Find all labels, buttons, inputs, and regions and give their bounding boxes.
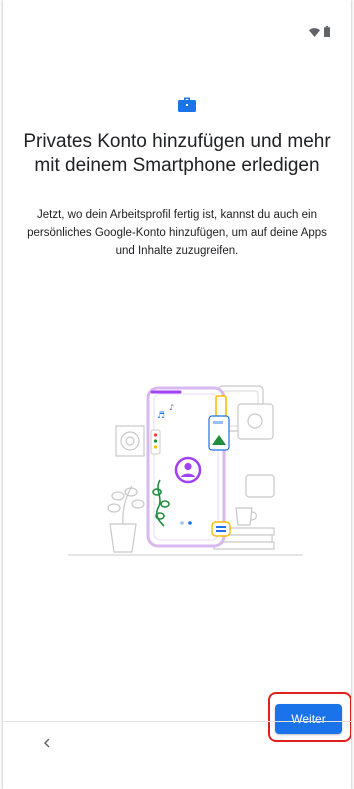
back-button[interactable] xyxy=(33,730,61,758)
battery-icon xyxy=(324,24,330,42)
wifi-icon xyxy=(309,24,320,42)
status-icons xyxy=(309,24,330,42)
chevron-left-icon xyxy=(42,735,52,753)
setup-screen: Privates Konto hinzufügen und mehr mit d… xyxy=(3,0,351,789)
svg-text:♬: ♬ xyxy=(157,411,165,421)
page-description: Jetzt, wo dein Arbeitsprofil fertig ist,… xyxy=(27,209,327,257)
work-profile-illustration: ♬ ♪ xyxy=(68,380,308,565)
page-title: Privates Konto hinzufügen und mehr mit d… xyxy=(23,131,331,176)
status-bar xyxy=(3,0,351,62)
navigation-bar xyxy=(3,722,351,789)
briefcase-icon xyxy=(177,94,197,114)
svg-text:♪: ♪ xyxy=(169,403,174,412)
